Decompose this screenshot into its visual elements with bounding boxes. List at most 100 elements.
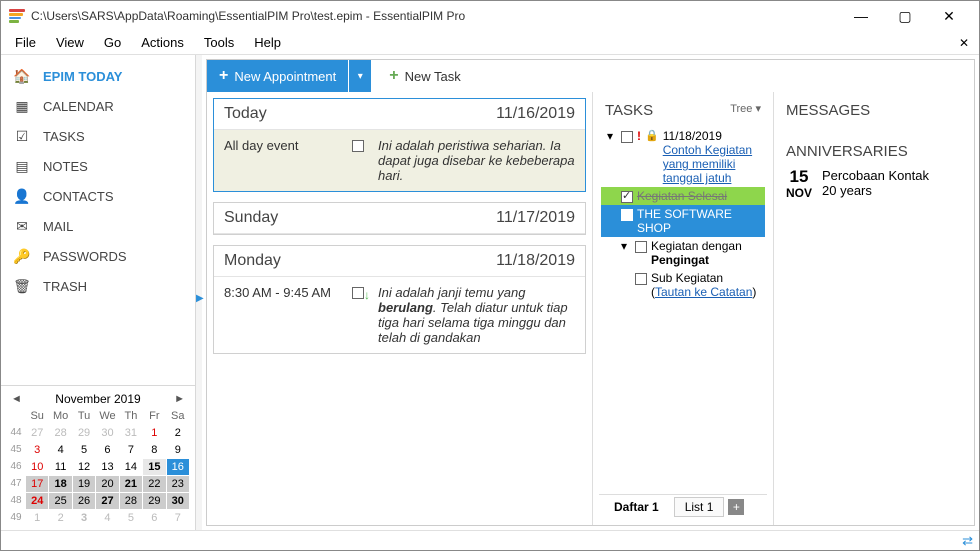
sidebar-item-mail[interactable]: ✉MAIL [1,211,195,241]
new-appointment-dropdown[interactable]: ▾ [349,60,371,92]
cal-day[interactable]: 15 [143,459,165,475]
splitter[interactable]: ▶ [196,55,202,530]
cal-prev-icon[interactable]: ◄ [7,393,26,405]
cal-day[interactable]: 30 [167,493,189,509]
cal-day[interactable]: 4 [96,510,118,526]
menu-actions[interactable]: Actions [131,33,194,52]
menu-view[interactable]: View [46,33,94,52]
cal-day[interactable]: 1 [143,425,165,441]
task-item[interactable]: ▾ Kegiatan dengan Pengingat [601,237,765,269]
event-checkbox[interactable] [352,287,364,299]
cal-day[interactable]: 27 [96,493,118,509]
sidebar-item-tasks[interactable]: ☑TASKS [1,121,195,151]
cal-day[interactable]: 17 [26,476,48,492]
cal-day[interactable]: 11 [49,459,71,475]
event-row[interactable]: All day event Ini adalah peristiwa sehar… [214,130,585,191]
cal-day[interactable]: 28 [120,493,142,509]
sidebar-item-contacts[interactable]: 👤CONTACTS [1,181,195,211]
cal-day[interactable]: 4 [49,442,71,458]
task-checkbox[interactable] [621,191,633,203]
task-link[interactable]: Tautan ke Catatan [655,285,752,299]
menubar: File View Go Actions Tools Help ✕ [1,31,979,55]
splitter-handle-icon[interactable]: ▶ [196,293,204,304]
new-task-button[interactable]: +New Task [377,60,472,92]
day-title: Today [224,105,267,123]
cal-dow: Su [26,408,48,424]
passwords-icon: 🔑 [13,247,31,265]
sidebar-item-trash[interactable]: 🗑TRASH [1,271,195,301]
cal-day[interactable]: 29 [73,425,95,441]
anniversary-age: 20 years [822,183,929,198]
task-tab[interactable]: Daftar 1 [603,497,670,517]
cal-day[interactable]: 22 [143,476,165,492]
cal-day[interactable]: 2 [49,510,71,526]
cal-day[interactable]: 3 [73,510,95,526]
cal-day[interactable]: 28 [49,425,71,441]
tasks-header: TASKS [605,102,653,119]
panel-close-icon[interactable]: ✕ [959,36,969,50]
event-checkbox[interactable] [352,140,364,152]
cal-day[interactable]: 29 [143,493,165,509]
sidebar-item-home[interactable]: 🏠EPIM TODAY [1,61,195,91]
maximize-button[interactable]: ▢ [883,2,927,30]
task-item[interactable]: ▾ ! 🔒 11/18/2019Contoh Kegiatan yang mem… [601,127,765,187]
cal-day[interactable]: 16 [167,459,189,475]
cal-day[interactable]: 7 [120,442,142,458]
sidebar-item-notes[interactable]: ▤NOTES [1,151,195,181]
cal-day[interactable]: 9 [167,442,189,458]
cal-next-icon[interactable]: ► [170,393,189,405]
task-checkbox[interactable] [635,241,647,253]
menu-tools[interactable]: Tools [194,33,244,52]
task-checkbox[interactable] [635,273,647,285]
cal-day[interactable]: 5 [73,442,95,458]
minimize-button[interactable]: ― [839,2,883,30]
collapse-icon[interactable]: ▾ [607,129,617,143]
add-tab-button[interactable]: + [728,499,744,515]
cal-day[interactable]: 13 [96,459,118,475]
sidebar-item-passwords[interactable]: 🔑PASSWORDS [1,241,195,271]
cal-day[interactable]: 10 [26,459,48,475]
cal-day[interactable]: 7 [167,510,189,526]
menu-file[interactable]: File [5,33,46,52]
day-block: Sunday11/17/2019 [213,202,586,235]
tasks-view-toggle[interactable]: Tree ▾ [730,102,761,119]
plus-icon: + [389,67,398,85]
task-subitem[interactable]: Sub Kegiatan (Tautan ke Catatan) [601,269,765,301]
menu-help[interactable]: Help [244,33,291,52]
cal-day[interactable]: 6 [143,510,165,526]
cal-day[interactable]: 21 [120,476,142,492]
cal-day[interactable]: 25 [49,493,71,509]
cal-day[interactable]: 30 [96,425,118,441]
cal-day[interactable]: 14 [120,459,142,475]
task-checkbox[interactable] [621,209,633,221]
cal-day[interactable]: 8 [143,442,165,458]
cal-day[interactable]: 27 [26,425,48,441]
new-appointment-button[interactable]: +New Appointment [207,60,348,92]
cal-day[interactable]: 2 [167,425,189,441]
task-item-selected[interactable]: THE SOFTWARE SHOP [601,205,765,237]
mini-calendar: ◄ November 2019 ► SuMoTuWeThFrSa44272829… [1,385,195,530]
task-link[interactable]: Contoh Kegiatan yang memiliki tanggal ja… [663,143,752,185]
cal-day[interactable]: 5 [120,510,142,526]
cal-day[interactable]: 12 [73,459,95,475]
event-row[interactable]: 8:30 AM - 9:45 AM ↓ Ini adalah janji tem… [214,277,585,353]
cal-day[interactable]: 1 [26,510,48,526]
cal-day[interactable]: 3 [26,442,48,458]
task-item-done[interactable]: Kegiatan Selesai [601,187,765,205]
cal-day[interactable]: 26 [73,493,95,509]
task-tab[interactable]: List 1 [674,497,725,517]
sidebar-item-calendar[interactable]: ▦CALENDAR [1,91,195,121]
cal-day[interactable]: 24 [26,493,48,509]
close-button[interactable]: ✕ [927,2,971,30]
task-checkbox[interactable] [621,131,633,143]
anniversary-item[interactable]: 15 NOV Percobaan Kontak 20 years [780,164,968,204]
collapse-icon[interactable]: ▾ [621,239,631,253]
cal-day[interactable]: 19 [73,476,95,492]
menu-go[interactable]: Go [94,33,131,52]
cal-day[interactable]: 23 [167,476,189,492]
cal-day[interactable]: 6 [96,442,118,458]
sync-icon[interactable]: ⇄ [962,533,973,549]
cal-day[interactable]: 18 [49,476,71,492]
cal-day[interactable]: 20 [96,476,118,492]
cal-day[interactable]: 31 [120,425,142,441]
